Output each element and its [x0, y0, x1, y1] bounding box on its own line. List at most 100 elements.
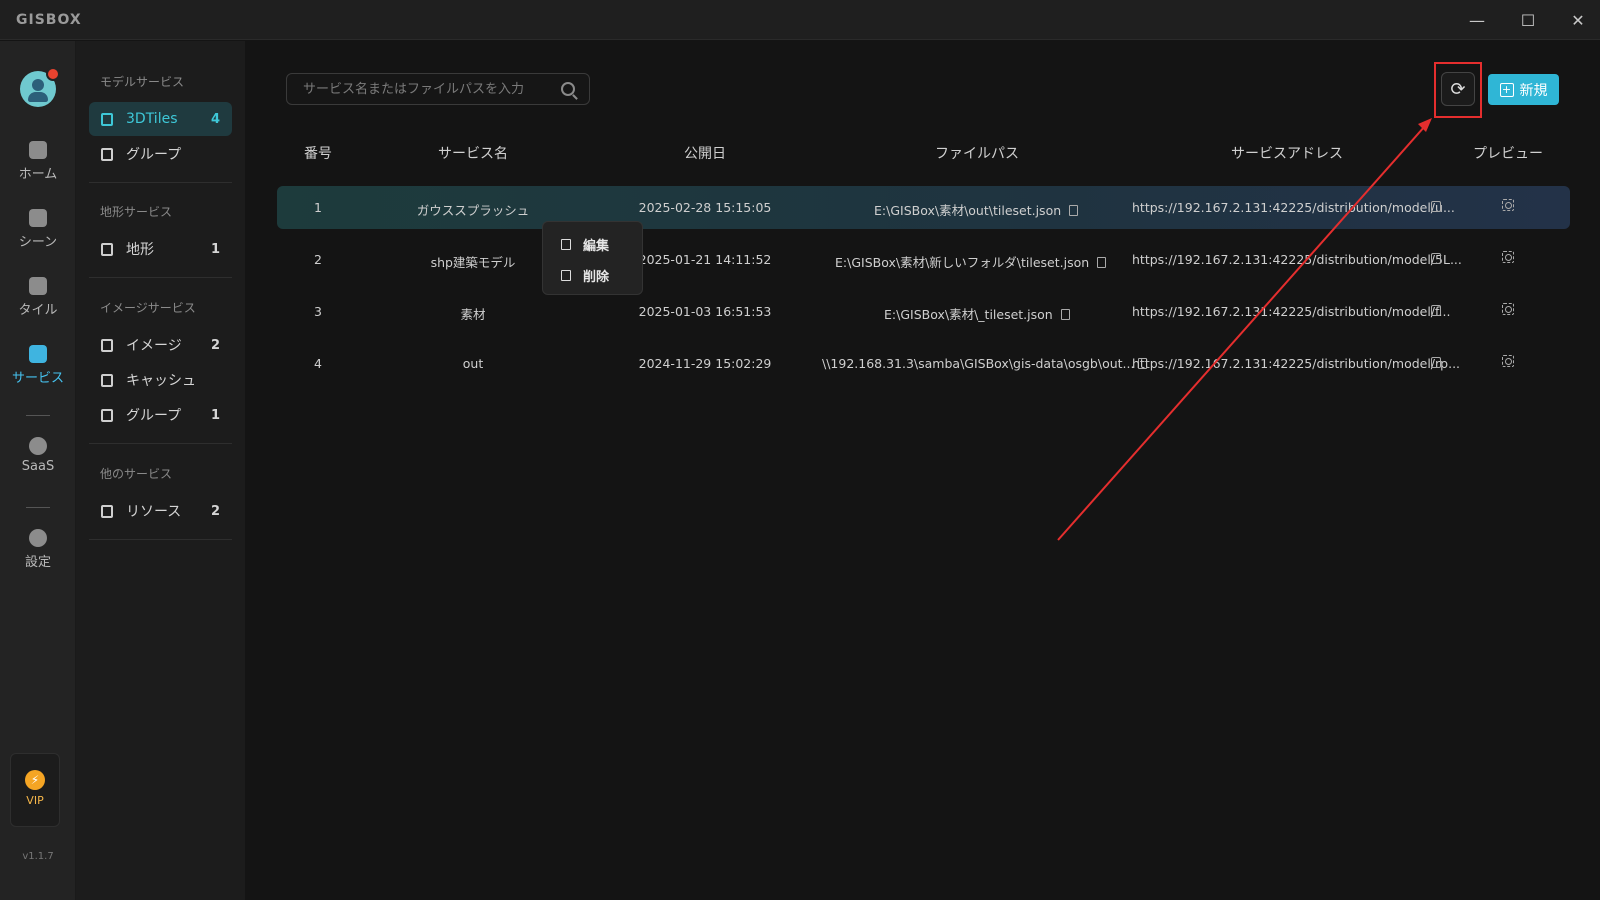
new-button[interactable]: + 新規	[1488, 74, 1559, 105]
vip-label: VIP	[26, 794, 44, 807]
sidebar-item-3dtiles[interactable]: 3DTiles 4	[89, 102, 232, 136]
sidebar-item-label: グループ	[126, 408, 182, 424]
sidebar-item-resource[interactable]: リソース 2	[89, 494, 232, 528]
resource-icon	[101, 504, 113, 518]
edit-label: 編集	[583, 238, 610, 254]
column-header-preview: プレビュー	[1473, 146, 1543, 162]
copy-icon[interactable]	[1431, 305, 1441, 316]
preview-icon[interactable]	[1502, 303, 1514, 315]
avatar[interactable]	[20, 67, 60, 107]
rail-item-saas[interactable]: SaaS	[0, 433, 76, 489]
sidebar-divider	[89, 277, 232, 278]
file-path-text: E:\GISBox\素材\_tileset.json	[884, 307, 1053, 322]
row-service-name: 素材	[460, 307, 486, 322]
sidebar-item-label: リソース	[126, 504, 182, 520]
minimize-button[interactable]: —	[1462, 8, 1492, 32]
file-path-text: E:\GISBox\素材\新しいフォルダ\tileset.json	[835, 255, 1090, 270]
rail-item-scene[interactable]: シーン	[0, 205, 76, 261]
context-menu: 編集 削除	[542, 221, 643, 295]
context-menu-edit[interactable]: 編集	[543, 229, 644, 259]
tiles-icon	[101, 112, 113, 126]
sidebar-item-model-group[interactable]: グループ	[89, 137, 232, 171]
rail-item-label: ホーム	[18, 167, 58, 182]
group-title-other: 他のサービス	[100, 467, 173, 481]
table-row[interactable]: 1 ガウススプラッシュ 2025-02-28 15:15:05 E:\GISBo…	[277, 186, 1570, 229]
column-header-address: サービスアドレス	[1231, 146, 1343, 162]
copy-icon[interactable]	[1431, 253, 1441, 264]
search-box	[286, 73, 590, 105]
sidebar-item-terrain[interactable]: 地形 1	[89, 232, 232, 266]
rail-item-label: SaaS	[21, 459, 55, 474]
sidebar-item-label: キャッシュ	[126, 373, 196, 389]
row-number: 2	[314, 252, 322, 267]
table-row[interactable]: 4 out 2024-11-29 15:02:29 \\192.168.31.3…	[277, 342, 1570, 385]
table-row[interactable]: 3 素材 2025-01-03 16:51:53 E:\GISBox\素材\_t…	[277, 290, 1570, 333]
row-service-address: https://192.167.2.131:42225/distribution…	[1132, 304, 1451, 319]
scene-icon	[29, 209, 47, 227]
column-header-date: 公開日	[684, 146, 726, 162]
rail-item-home[interactable]: ホーム	[0, 137, 76, 193]
service-sidebar: モデルサービス 3DTiles 4 グループ 地形サービス 地形 1 イメージサ…	[76, 41, 245, 900]
table-row[interactable]: 2 shp建築モデル 2025-01-21 14:11:52 E:\GISBox…	[277, 238, 1570, 281]
rail-divider	[26, 507, 50, 508]
row-publish-date: 2025-01-03 16:51:53	[638, 304, 772, 319]
saas-icon	[29, 437, 47, 455]
row-number: 4	[314, 356, 322, 371]
rail-item-settings[interactable]: 設定	[0, 525, 76, 581]
file-icon[interactable]	[1097, 257, 1107, 268]
rail-item-service[interactable]: サービス	[0, 341, 76, 397]
copy-icon[interactable]	[1431, 201, 1441, 212]
row-number: 1	[314, 200, 322, 215]
group-title-model: モデルサービス	[100, 75, 185, 89]
row-service-name: ガウススプラッシュ	[416, 203, 530, 218]
rail-item-label: タイル	[18, 303, 58, 318]
rail-item-label: サービス	[11, 371, 64, 386]
vip-button[interactable]: ⚡ VIP	[10, 753, 60, 827]
rail-item-tile[interactable]: タイル	[0, 273, 76, 329]
title-bar: GISBOX — ☐ ✕	[0, 0, 1600, 40]
home-icon	[29, 141, 47, 159]
file-path-text: \\192.168.31.3\samba\GISBox\gis-data\osg…	[822, 356, 1135, 371]
column-header-name: サービス名	[438, 146, 508, 162]
edit-icon	[561, 238, 571, 250]
row-service-name: out	[462, 356, 484, 371]
file-icon[interactable]	[1060, 309, 1070, 320]
preview-icon[interactable]	[1502, 251, 1514, 263]
preview-icon[interactable]	[1502, 355, 1514, 367]
search-icon[interactable]	[561, 82, 575, 96]
cache-icon	[101, 373, 113, 387]
refresh-icon: ⟳	[1450, 78, 1466, 100]
sidebar-divider	[89, 443, 232, 444]
new-button-label: 新規	[1519, 82, 1548, 99]
row-publish-date: 2025-01-21 14:11:52	[638, 252, 772, 267]
file-path-text: E:\GISBox\素材\out\tileset.json	[874, 203, 1062, 218]
sidebar-item-count: 2	[210, 337, 220, 353]
delete-label: 削除	[583, 269, 610, 285]
group-icon	[101, 408, 113, 422]
sidebar-item-label: 3DTiles	[126, 111, 178, 127]
sidebar-item-count: 1	[210, 241, 220, 257]
column-header-path: ファイルパス	[935, 146, 1019, 162]
sidebar-item-image-group[interactable]: グループ 1	[89, 398, 232, 432]
copy-icon[interactable]	[1431, 357, 1441, 368]
file-icon[interactable]	[1069, 205, 1079, 216]
group-title-image: イメージサービス	[100, 301, 196, 315]
service-icon	[29, 345, 47, 363]
image-icon	[101, 338, 113, 352]
search-input[interactable]	[287, 74, 557, 104]
maximize-button[interactable]: ☐	[1513, 8, 1543, 32]
refresh-button[interactable]: ⟳	[1441, 72, 1475, 106]
context-menu-delete[interactable]: 削除	[543, 260, 644, 290]
version-label: v1.1.7	[22, 851, 54, 862]
app-logo: GISBOX	[16, 12, 82, 28]
sidebar-divider	[89, 539, 232, 540]
rail-item-label: 設定	[24, 555, 51, 570]
sidebar-item-label: 地形	[126, 242, 154, 258]
close-button[interactable]: ✕	[1563, 8, 1593, 32]
left-rail: ホーム シーン タイル サービス SaaS 設定 ⚡ VIP v1.1.7	[0, 41, 76, 900]
sidebar-divider	[89, 182, 232, 183]
sidebar-item-cache[interactable]: キャッシュ	[89, 363, 232, 397]
preview-icon[interactable]	[1502, 199, 1514, 211]
sidebar-item-image[interactable]: イメージ 2	[89, 328, 232, 362]
row-number: 3	[314, 304, 322, 319]
